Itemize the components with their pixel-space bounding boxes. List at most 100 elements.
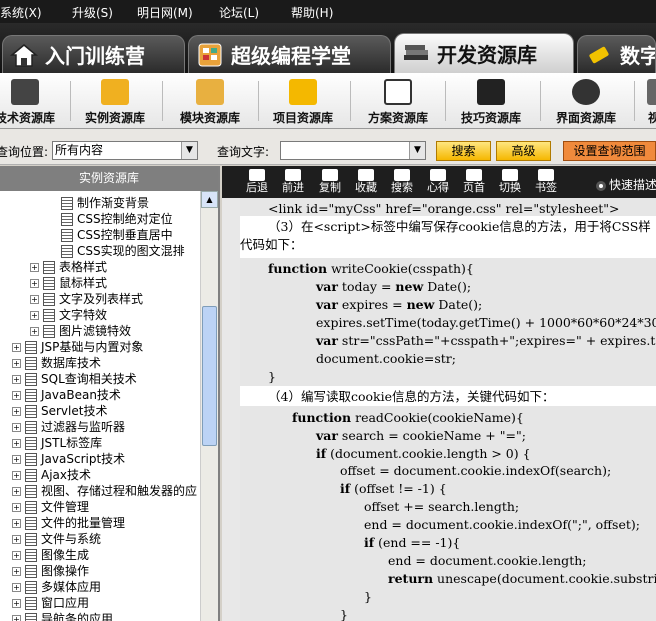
tree-item[interactable]: + 鼠标样式: [30, 275, 107, 291]
copy-button[interactable]: 复制: [315, 167, 345, 196]
expand-icon[interactable]: +: [30, 295, 39, 304]
tree-item-label: JSTL标签库: [41, 436, 103, 450]
expand-icon[interactable]: +: [12, 615, 21, 621]
expand-icon[interactable]: +: [12, 439, 21, 448]
quick-describe-radio[interactable]: 快速描述: [596, 176, 656, 193]
code-line: }: [364, 588, 372, 606]
scroll-up-icon[interactable]: ▲: [201, 191, 218, 208]
menu-upgrade[interactable]: 升级(S): [72, 4, 113, 21]
tree-item[interactable]: + 视图、存储过程和触发器的应: [12, 483, 197, 499]
expand-icon[interactable]: +: [30, 311, 39, 320]
lib-example[interactable]: 实例资源库: [80, 73, 150, 129]
expand-icon[interactable]: +: [12, 503, 21, 512]
menu-system[interactable]: 系统(X): [0, 4, 42, 21]
expand-icon[interactable]: +: [12, 455, 21, 464]
tree-item[interactable]: + 文件管理: [12, 499, 89, 515]
tree-item[interactable]: 制作渐变背景: [48, 195, 149, 211]
search-text-input[interactable]: ▼: [280, 141, 426, 160]
bookmark-button[interactable]: 书签: [531, 167, 561, 196]
tree-item-label: 制作渐变背景: [77, 196, 150, 210]
chevron-down-icon[interactable]: ▼: [409, 142, 425, 159]
expand-icon[interactable]: +: [12, 343, 21, 352]
tree-item-label: 窗口应用: [41, 596, 90, 610]
expand-icon[interactable]: +: [12, 535, 21, 544]
back-button[interactable]: 后退: [242, 167, 272, 196]
tab-digital[interactable]: 数字: [577, 35, 656, 73]
expand-icon[interactable]: +: [12, 519, 21, 528]
expand-icon[interactable]: +: [12, 599, 21, 608]
menu-forum[interactable]: 论坛(L): [219, 4, 259, 21]
favorite-button[interactable]: 收藏: [351, 167, 381, 196]
expand-icon[interactable]: +: [12, 471, 21, 480]
tree-item[interactable]: + 表格样式: [30, 259, 107, 275]
tree-item[interactable]: + 文字特效: [30, 307, 107, 323]
expand-icon[interactable]: +: [12, 423, 21, 432]
scroll-thumb[interactable]: [202, 306, 217, 446]
lib-tech[interactable]: 技术资源库: [0, 73, 60, 129]
tree-item[interactable]: + 窗口应用: [12, 595, 89, 611]
notes-button[interactable]: 心得: [423, 167, 453, 196]
tree-item[interactable]: + 图片滤镜特效: [30, 323, 131, 339]
tree-item[interactable]: + JavaBean技术: [12, 387, 121, 403]
lib-module[interactable]: 模块资源库: [175, 73, 245, 129]
tree-item[interactable]: CSS控制绝对定位: [48, 211, 173, 227]
text-line: （3）在<script>标签中编写保存cookie信息的方法，用于将CSS样: [268, 218, 651, 236]
advanced-button[interactable]: 高级: [496, 141, 551, 161]
lib-project[interactable]: 项目资源库: [268, 73, 338, 129]
expand-icon[interactable]: +: [30, 327, 39, 336]
computer-icon: [11, 79, 39, 105]
expand-icon[interactable]: +: [30, 279, 39, 288]
tree-item[interactable]: + JSP基础与内置对象: [12, 339, 143, 355]
code-line: if (offset != -1) {: [340, 480, 447, 498]
menu-help[interactable]: 帮助(H): [291, 4, 333, 21]
forward-button[interactable]: 前进: [278, 167, 308, 196]
tree-item[interactable]: + 多媒体应用: [12, 579, 101, 595]
tree-item[interactable]: + 过滤器与监听器: [12, 419, 125, 435]
tree-item[interactable]: CSS控制垂直居中: [48, 227, 173, 243]
tree-item[interactable]: + SQL查询相关技术: [12, 371, 137, 387]
tree-item-label: 视图、存储过程和触发器的应: [41, 484, 198, 498]
expand-icon[interactable]: +: [12, 567, 21, 576]
tab-programming-school[interactable]: 超级编程学堂: [188, 35, 391, 73]
expand-icon[interactable]: +: [12, 391, 21, 400]
tree-item[interactable]: + Ajax技术: [12, 467, 91, 483]
tree-item[interactable]: + JavaScript技术: [12, 451, 125, 467]
top-button[interactable]: 页首: [459, 167, 489, 196]
keyword: if: [364, 535, 375, 550]
tree-item[interactable]: + 导航条的应用: [12, 611, 113, 621]
line-text: offset += search.length;: [364, 499, 520, 514]
lib-tips[interactable]: 技巧资源库: [455, 73, 527, 129]
lib-video[interactable]: 视: [644, 73, 656, 129]
tree-item[interactable]: CSS实现的图文混排: [48, 243, 185, 259]
expand-icon[interactable]: +: [12, 487, 21, 496]
tab-dev-resources[interactable]: 开发资源库: [394, 33, 574, 73]
search-button[interactable]: 搜索: [436, 141, 491, 161]
tree-item[interactable]: + Servlet技术: [12, 403, 107, 419]
tree-item[interactable]: + JSTL标签库: [12, 435, 102, 451]
lib-label: 技术资源库: [0, 111, 55, 125]
chevron-down-icon[interactable]: ▼: [181, 142, 197, 159]
books-icon: [401, 41, 431, 67]
search-tool-button[interactable]: 搜索: [387, 167, 417, 196]
code-line: }: [340, 606, 348, 621]
tab-intro-camp[interactable]: 入门训练营: [2, 35, 185, 73]
switch-button[interactable]: 切换: [495, 167, 525, 196]
expand-icon[interactable]: +: [12, 583, 21, 592]
expand-icon[interactable]: +: [30, 263, 39, 272]
tree-scrollbar[interactable]: ▲: [200, 191, 218, 621]
expand-icon[interactable]: +: [12, 551, 21, 560]
lib-solution[interactable]: 方案资源库: [362, 73, 434, 129]
tree-item[interactable]: + 文件与系统: [12, 531, 101, 547]
search-location-select[interactable]: 所有内容 ▼: [52, 141, 198, 160]
tree-item[interactable]: + 文件的批量管理: [12, 515, 125, 531]
expand-icon[interactable]: +: [12, 359, 21, 368]
tree-item[interactable]: + 数据库技术: [12, 355, 101, 371]
lib-ui[interactable]: 界面资源库: [550, 73, 622, 129]
expand-icon[interactable]: +: [12, 407, 21, 416]
tree-item[interactable]: + 图像生成: [12, 547, 89, 563]
expand-icon[interactable]: +: [12, 375, 21, 384]
set-scope-button[interactable]: 设置查询范围: [563, 141, 656, 161]
menu-mingri[interactable]: 明日网(M): [137, 4, 193, 21]
tree-item[interactable]: + 图像操作: [12, 563, 89, 579]
tree-item[interactable]: + 文字及列表样式: [30, 291, 143, 307]
